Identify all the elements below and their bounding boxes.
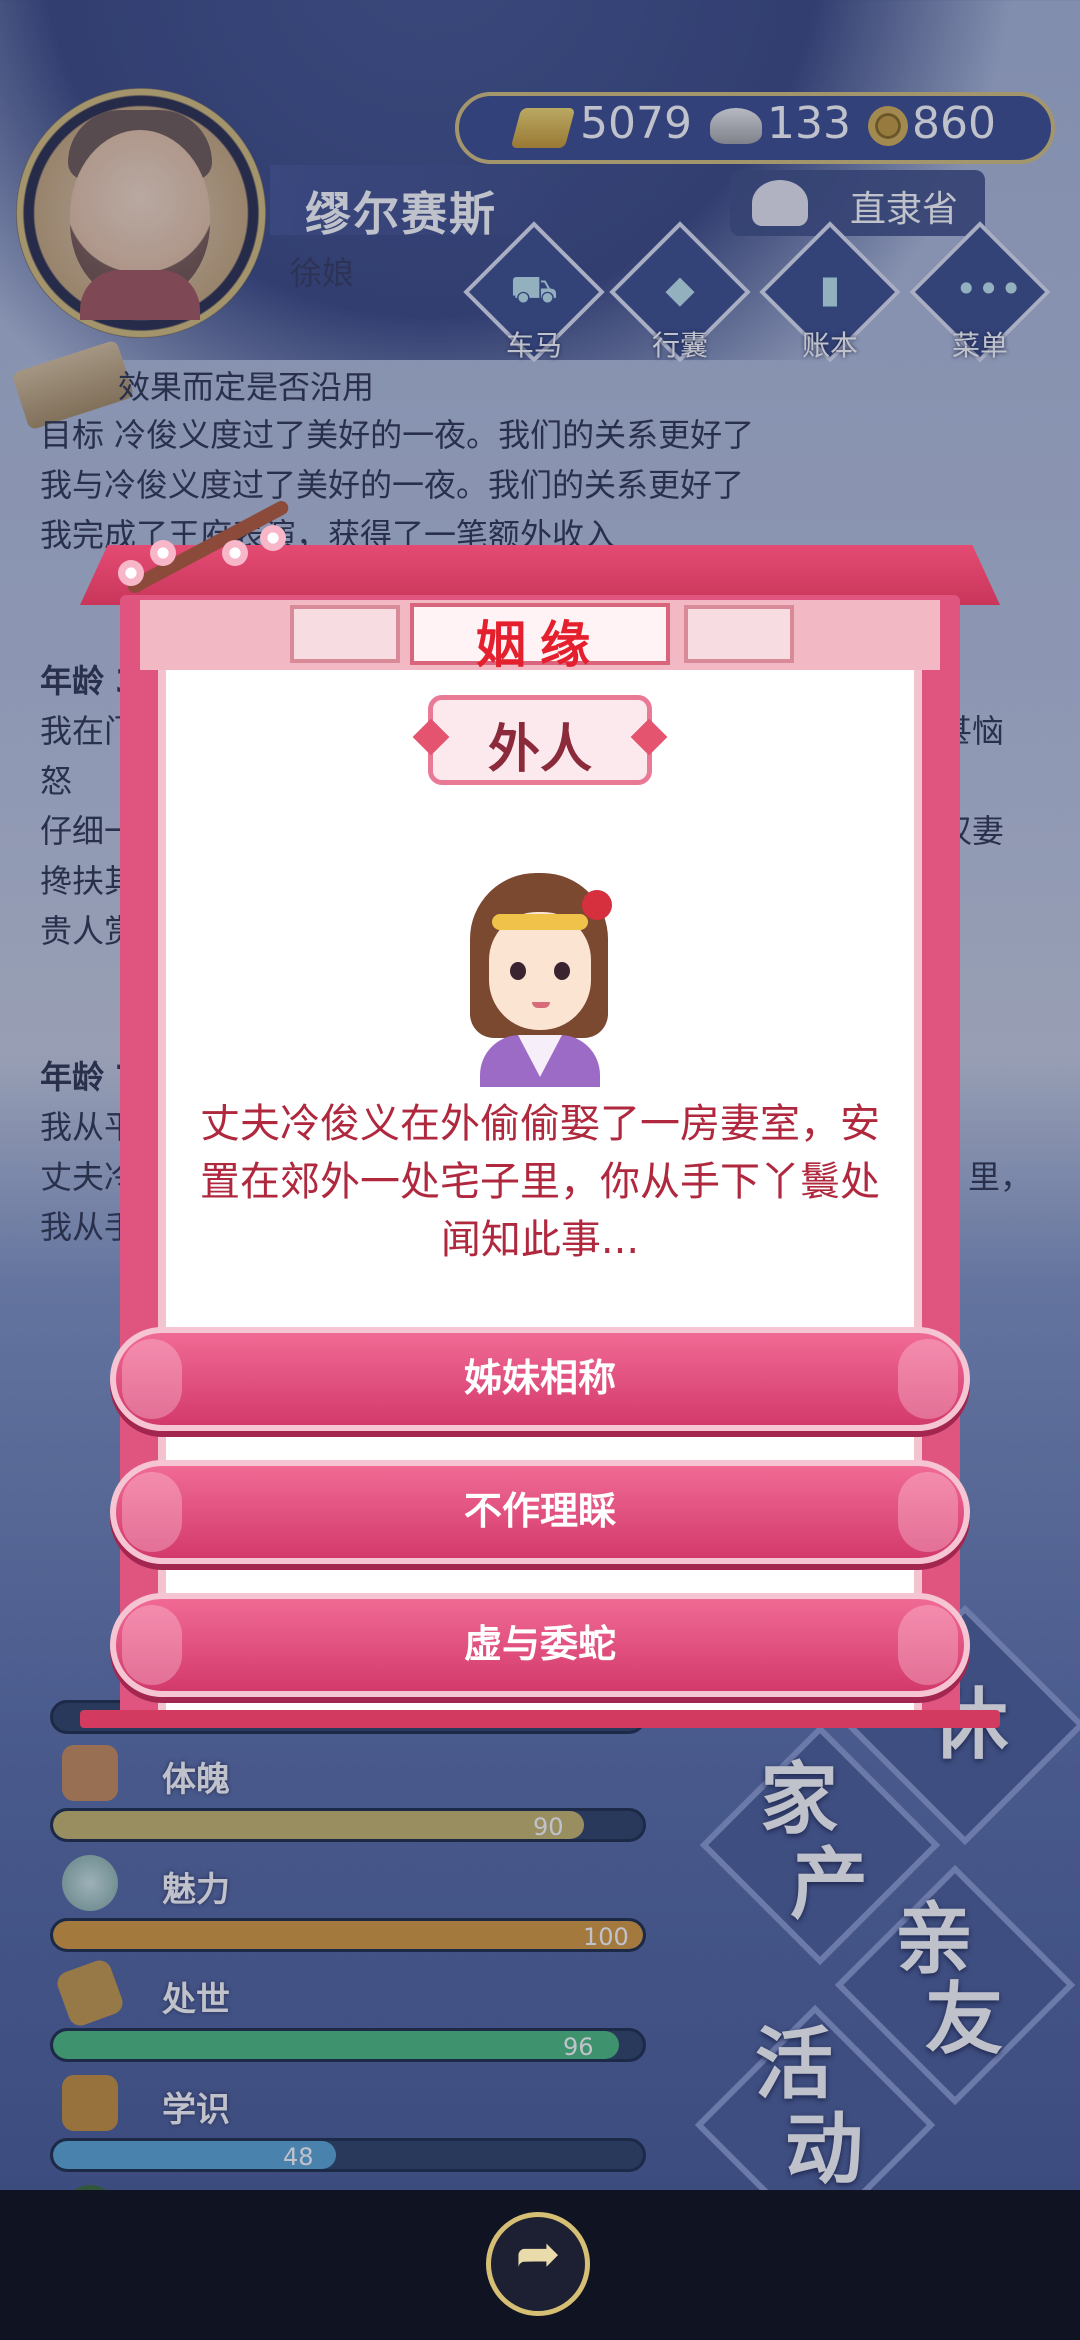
modal-title: 姻缘 [476, 616, 604, 674]
blossom-icon [260, 525, 286, 551]
event-tag: 外人 [487, 720, 592, 780]
blossom-icon [118, 560, 144, 586]
choice-label: 姊妹相称 [463, 1356, 616, 1400]
hair-ornament [492, 914, 588, 930]
blossom-icon [150, 540, 176, 566]
choice-button-pretend[interactable]: 虚与委蛇 [110, 1593, 970, 1697]
hair-flower [582, 890, 612, 920]
scroll-ornament-icon [122, 1339, 182, 1419]
modal-base [80, 1710, 1000, 1728]
character-eye [510, 962, 526, 980]
choice-button-ignore[interactable]: 不作理睬 [110, 1460, 970, 1564]
choice-button-sisters[interactable]: 姊妹相称 [110, 1327, 970, 1431]
event-story-text: 丈夫冷俊义在外偷偷娶了一房妻室，安置在郊外一处宅子里，你从手下丫鬟处闻知此事..… [200, 1101, 880, 1263]
lattice-ornament [290, 605, 400, 663]
character-eye [554, 962, 570, 980]
scroll-ornament-icon [898, 1472, 958, 1552]
scroll-ornament-icon [898, 1605, 958, 1685]
scroll-ornament-icon [122, 1605, 182, 1685]
scroll-ornament-icon [898, 1339, 958, 1419]
scroll-ornament-icon [122, 1472, 182, 1552]
blossom-icon [222, 540, 248, 566]
choice-label: 不作理睬 [463, 1489, 616, 1533]
choice-label: 虚与委蛇 [463, 1622, 616, 1666]
lattice-ornament [684, 605, 794, 663]
share-icon: ➦ [515, 2222, 561, 2285]
